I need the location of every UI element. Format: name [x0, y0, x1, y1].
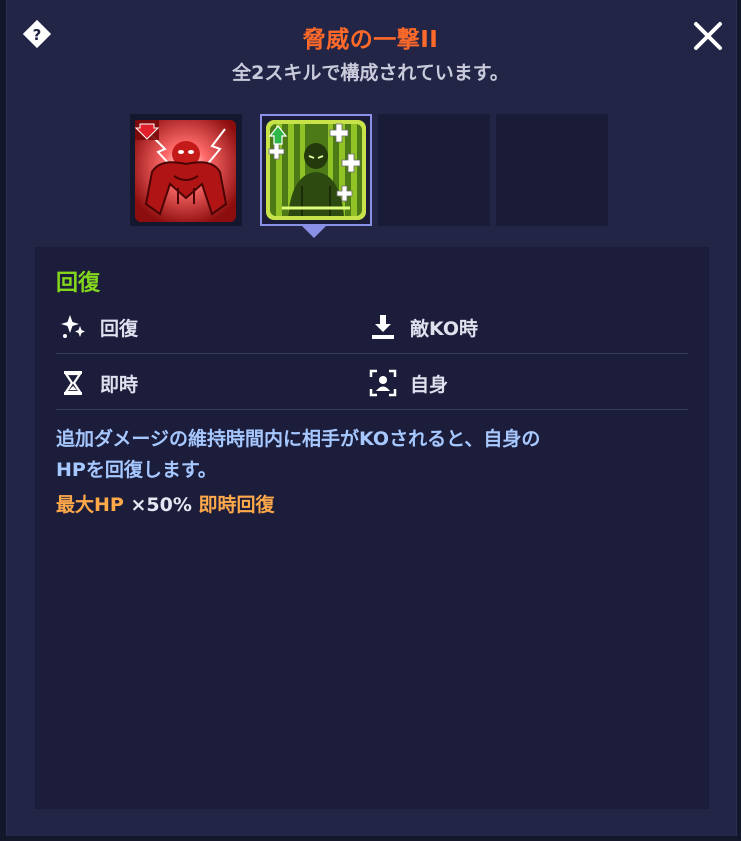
green-recovery-skill-icon	[266, 120, 366, 220]
attribute-timing: 即時	[58, 368, 138, 398]
attribute-type-label: 回復	[100, 317, 139, 340]
red-brute-skill-icon	[134, 120, 236, 222]
close-button[interactable]	[690, 18, 726, 54]
close-icon	[694, 22, 722, 50]
effect-type: 即時回復	[198, 494, 275, 516]
divider	[56, 353, 688, 354]
skill-description-line-1: 追加ダメージの維持時間内に相手がKOされると、自身の	[56, 428, 541, 450]
attribute-trigger: 敵KO時	[368, 312, 478, 342]
effect-value: ×50%	[130, 494, 192, 516]
skill-description-line-2: HPを回復します。	[56, 459, 217, 481]
skill-slot-3-empty	[378, 114, 490, 226]
download-tray-icon	[372, 315, 394, 339]
skill-slot-2[interactable]	[260, 114, 372, 226]
heal-sparkle-icon	[61, 315, 85, 338]
self-target-icon	[369, 369, 397, 397]
selected-skill-pointer	[302, 226, 326, 238]
divider	[56, 409, 688, 410]
attribute-timing-label: 即時	[100, 373, 139, 396]
skill-slot-1[interactable]	[130, 114, 242, 226]
effect-stat: 最大HP	[56, 494, 124, 516]
dialog-title: 脅威の一撃II	[302, 27, 439, 53]
skill-category: 回復	[56, 271, 101, 296]
hourglass-icon	[63, 371, 83, 395]
dialog-subtitle: 全2スキルで構成されています。	[232, 62, 509, 84]
attribute-target-label: 自身	[410, 373, 449, 396]
attribute-target: 自身	[368, 368, 448, 398]
skill-effect-line: 最大HP ×50% 即時回復	[56, 490, 275, 517]
skill-slot-4-empty	[496, 114, 608, 226]
attribute-trigger-label: 敵KO時	[410, 317, 479, 340]
attribute-type: 回復	[58, 312, 138, 342]
skill-description: 追加ダメージの維持時間内に相手がKOされると、自身の HPを回復します。	[56, 424, 696, 486]
